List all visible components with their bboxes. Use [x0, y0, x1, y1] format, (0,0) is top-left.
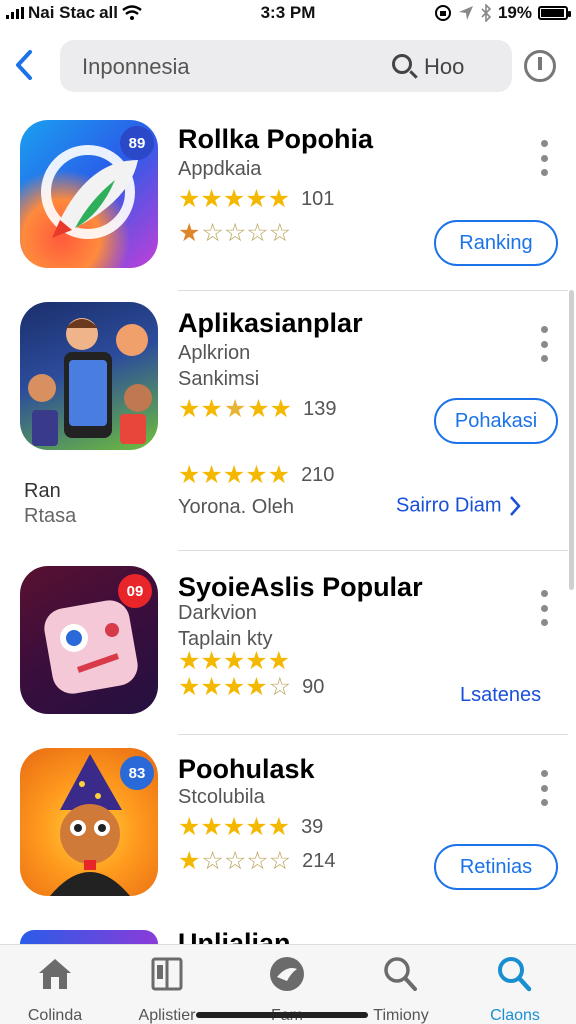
power-icon[interactable] [524, 50, 556, 82]
app-badge: 83 [120, 756, 154, 790]
app-title[interactable]: Unlialian [178, 928, 291, 944]
more-options-icon[interactable] [536, 590, 552, 626]
rating-stars: ★★★★★ 101 [178, 185, 335, 213]
rating-count: 101 [301, 188, 335, 210]
status-bar: Nai Stac all 3:3 PM 19% [0, 0, 576, 28]
home-indicator[interactable] [196, 1012, 368, 1018]
tab-label: Colinda [27, 1007, 83, 1024]
rating-count: 39 [301, 816, 324, 838]
more-options-icon[interactable] [536, 140, 552, 176]
rating-stars: ★★★★ ☆ 90 [178, 673, 325, 701]
row-side-label: Ran [24, 480, 61, 502]
list-link[interactable]: Lsatenes [460, 684, 541, 707]
search-icon [498, 957, 532, 992]
app-title[interactable]: Poohulask [178, 754, 315, 785]
app-icon-characters[interactable] [20, 302, 158, 450]
app-subtitle: Darkvion [178, 602, 257, 624]
search-input[interactable]: Inponnesia Hoo [60, 40, 512, 92]
chevron-left-icon [16, 50, 32, 80]
chevron-right-icon [510, 496, 521, 516]
app-badge: 89 [120, 126, 154, 160]
rating-stars: ★★★★★ [178, 647, 291, 675]
search-icon [392, 54, 412, 74]
more-options-icon[interactable] [536, 770, 552, 806]
tab-claons[interactable]: Claons [460, 955, 570, 1024]
rating-stars: ★ ☆☆☆☆ [178, 219, 292, 247]
house-icon [39, 959, 71, 989]
bluetooth-icon [481, 4, 492, 22]
app-title[interactable]: Rollka Popohia [178, 124, 373, 155]
see-more-label: Sairro Diam [396, 494, 502, 517]
app-subtitle: Stcolubila [178, 786, 265, 808]
rating-stars: ★★ ★ ★★ 139 [178, 395, 337, 423]
back-button[interactable] [12, 46, 44, 84]
battery-percent: 19% [497, 3, 532, 22]
search-scope[interactable]: Hoo [424, 54, 464, 80]
app-title[interactable]: Aplikasianplar [178, 308, 363, 339]
row-divider [178, 290, 568, 291]
rating-stars: ★ ☆☆☆☆ 214 [178, 847, 336, 875]
rating-count: 90 [302, 676, 325, 698]
app-icon-wizard[interactable]: 83 [20, 748, 158, 896]
row-divider [178, 550, 568, 551]
tab-label: Claons [490, 1007, 540, 1024]
app-icon-partial[interactable] [20, 930, 158, 944]
ranking-button[interactable]: Ranking [434, 220, 558, 266]
rating-stars: ★★★★★ 210 [178, 461, 335, 489]
rating-count: 139 [303, 398, 337, 420]
search-icon [384, 957, 417, 991]
rating-stars: ★★★★★ 39 [178, 813, 324, 841]
book-icon [151, 957, 183, 991]
developer-name: Yorona. Oleh [178, 496, 295, 518]
row-divider [178, 734, 568, 735]
app-icon-dice[interactable]: 09 [20, 566, 158, 714]
search-query: Inponnesia [82, 54, 190, 79]
search-header: Inponnesia Hoo [0, 36, 576, 96]
lock-rotation-icon [434, 5, 451, 21]
app-badge: 09 [118, 574, 152, 608]
battery-icon [538, 6, 571, 20]
location-icon [458, 6, 473, 20]
see-more-link[interactable]: Sairro Diam [396, 494, 523, 518]
retinias-button[interactable]: Retinias [434, 844, 558, 890]
scroll-indicator [569, 290, 574, 590]
bird-icon [270, 957, 304, 991]
app-icon-rocket[interactable]: 89 [20, 120, 158, 268]
app-subtitle-secondary: Sankimsi [178, 368, 260, 390]
more-options-icon[interactable] [536, 326, 552, 362]
app-subtitle: Appdkaia [178, 158, 262, 180]
characters-icon [28, 318, 152, 446]
app-subtitle: Aplkrion [178, 342, 251, 364]
rating-count: 210 [301, 464, 335, 486]
pohakasi-button[interactable]: Pohakasi [434, 398, 558, 444]
list-link-label: Lsatenes [460, 684, 542, 706]
rating-count: 214 [302, 850, 336, 872]
app-title[interactable]: SyoieAslis Popular [178, 572, 423, 603]
tab-colinda[interactable]: Colinda [0, 955, 110, 1024]
status-right: 19% [434, 3, 571, 23]
row-side-sublabel: Rtasa [24, 505, 77, 527]
